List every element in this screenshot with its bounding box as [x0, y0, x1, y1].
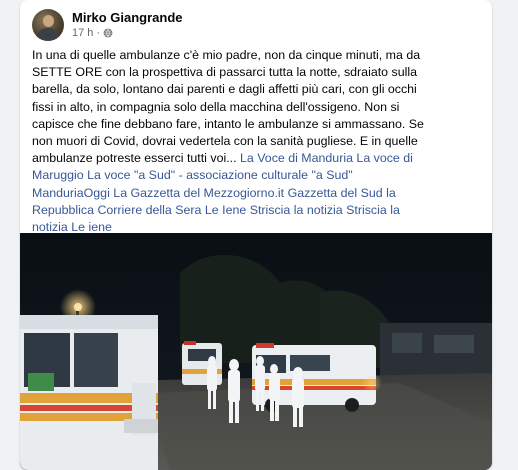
post-body: In una di quelle ambulanze c'è mio padre… — [32, 48, 424, 166]
globe-icon[interactable] — [103, 28, 113, 38]
tag-link[interactable]: La voce "a Sud" - associazione culturale… — [87, 168, 353, 182]
post-meta: Mirko Giangrande 17 h · — [72, 10, 183, 41]
tag-link[interactable]: ManduriaOggi — [32, 186, 110, 200]
tag-link[interactable]: La Gazzetta del Mezzogiorno.it — [113, 186, 284, 200]
author-name[interactable]: Mirko Giangrande — [72, 10, 183, 26]
post-card: Mirko Giangrande 17 h · In una di quelle… — [20, 0, 492, 470]
post-subline: 17 h · — [72, 26, 183, 41]
tag-link[interactable]: Le Iene — [205, 203, 246, 217]
post-time[interactable]: 17 h — [72, 26, 93, 41]
post-photo[interactable] — [20, 233, 492, 470]
separator: · — [96, 26, 101, 39]
post-header: Mirko Giangrande 17 h · — [32, 8, 183, 42]
tag-link[interactable]: Striscia la notizia — [250, 203, 343, 217]
tag-link[interactable]: Gazzetta del Sud — [288, 186, 383, 200]
avatar[interactable] — [32, 9, 64, 41]
tag-link[interactable]: Corriere della Sera — [97, 203, 201, 217]
post-text: In una di quelle ambulanze c'è mio padre… — [32, 47, 432, 236]
tag-link[interactable]: Le iene — [71, 220, 112, 234]
photo-ambulances-night — [20, 233, 492, 470]
tag-link[interactable]: La Voce di Manduria — [240, 151, 353, 165]
